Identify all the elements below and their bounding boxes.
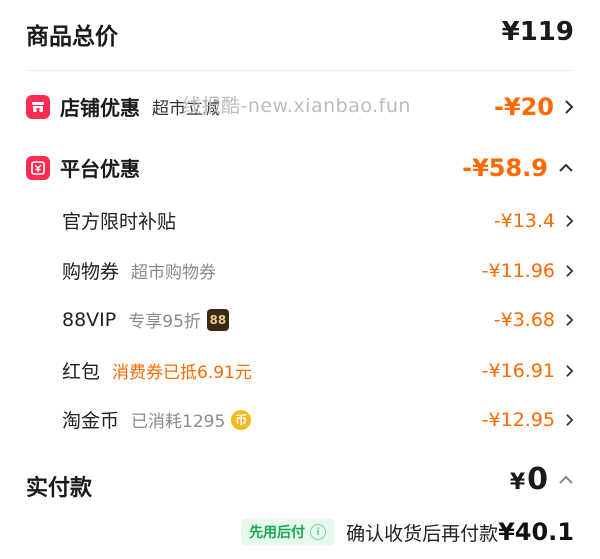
vip-badge-icon: 88 bbox=[206, 308, 229, 331]
currency-symbol: ¥ bbox=[509, 470, 526, 495]
chevron-up-icon[interactable] bbox=[558, 163, 574, 173]
pay-later-row: 先用后付 i 确认收货后再付款 ¥40.1 bbox=[241, 518, 574, 546]
store-icon bbox=[26, 94, 50, 119]
chevron-right-icon bbox=[565, 214, 574, 228]
item-amount: -¥3.68 bbox=[493, 308, 555, 331]
item-amount: -¥12.95 bbox=[481, 408, 555, 431]
discount-item-88vip[interactable]: 88VIP 专享95折 88 -¥3.68 bbox=[0, 307, 600, 332]
actual-payment-label: 实付款 bbox=[26, 476, 93, 501]
item-amount: -¥11.96 bbox=[481, 259, 555, 282]
item-label: 88VIP bbox=[62, 308, 117, 331]
chevron-up-icon[interactable] bbox=[558, 475, 574, 485]
coin-icon: 币 bbox=[231, 409, 252, 430]
chevron-right-icon bbox=[565, 413, 574, 427]
pay-later-tag-text: 先用后付 bbox=[249, 525, 306, 541]
discount-item-subsidy[interactable]: 官方限时补贴 -¥13.4 bbox=[0, 207, 600, 234]
item-label: 官方限时补贴 bbox=[62, 211, 177, 233]
item-subtitle: 已消耗1295 bbox=[131, 412, 226, 432]
actual-payment-value: ¥0 bbox=[510, 462, 548, 497]
discount-item-shopping-coupon[interactable]: 购物券 超市购物券 -¥11.96 bbox=[0, 257, 600, 284]
total-price-value: ¥119 bbox=[501, 17, 574, 47]
item-subtitle: 专享95折 bbox=[128, 312, 201, 332]
item-subtitle: 消费券已抵6.91元 bbox=[112, 363, 252, 383]
store-discount-row[interactable]: 店铺优惠 超市立减 -¥20 bbox=[0, 92, 600, 121]
actual-payment-amount: 0 bbox=[527, 462, 548, 497]
actual-payment-value-group[interactable]: ¥0 bbox=[510, 462, 574, 497]
discount-item-taojinbi[interactable]: 淘金币 已消耗1295 币 -¥12.95 bbox=[0, 406, 600, 433]
store-discount-amount: -¥20 bbox=[493, 92, 554, 121]
item-amount: -¥13.4 bbox=[493, 209, 555, 232]
chevron-right-icon bbox=[565, 364, 574, 378]
divider bbox=[26, 70, 574, 71]
item-label: 购物券 bbox=[62, 261, 120, 283]
item-amount: -¥16.91 bbox=[481, 359, 555, 382]
coupon-icon bbox=[26, 155, 50, 180]
pay-later-tag[interactable]: 先用后付 i bbox=[241, 519, 335, 545]
item-subtitle: 超市购物券 bbox=[131, 263, 217, 283]
item-label: 红包 bbox=[62, 361, 101, 383]
platform-discount-row[interactable]: 平台优惠 -¥58.9 bbox=[0, 153, 600, 182]
platform-discount-amount: -¥58.9 bbox=[462, 153, 548, 182]
total-price-label: 商品总价 bbox=[26, 24, 118, 50]
store-discount-title: 店铺优惠 bbox=[60, 96, 140, 120]
discount-item-red-packet[interactable]: 红包 消费券已抵6.91元 -¥16.91 bbox=[0, 357, 600, 384]
platform-discount-title: 平台优惠 bbox=[60, 157, 140, 181]
chevron-right-icon bbox=[564, 99, 574, 115]
confirm-payment-text: 确认收货后再付款 bbox=[346, 522, 499, 545]
chevron-right-icon bbox=[565, 313, 574, 327]
item-label: 淘金币 bbox=[62, 410, 120, 432]
info-icon[interactable]: i bbox=[310, 524, 327, 540]
chevron-right-icon bbox=[565, 264, 574, 278]
store-discount-subtitle: 超市立减 bbox=[152, 99, 220, 119]
confirm-payment-amount: ¥40.1 bbox=[498, 518, 574, 546]
